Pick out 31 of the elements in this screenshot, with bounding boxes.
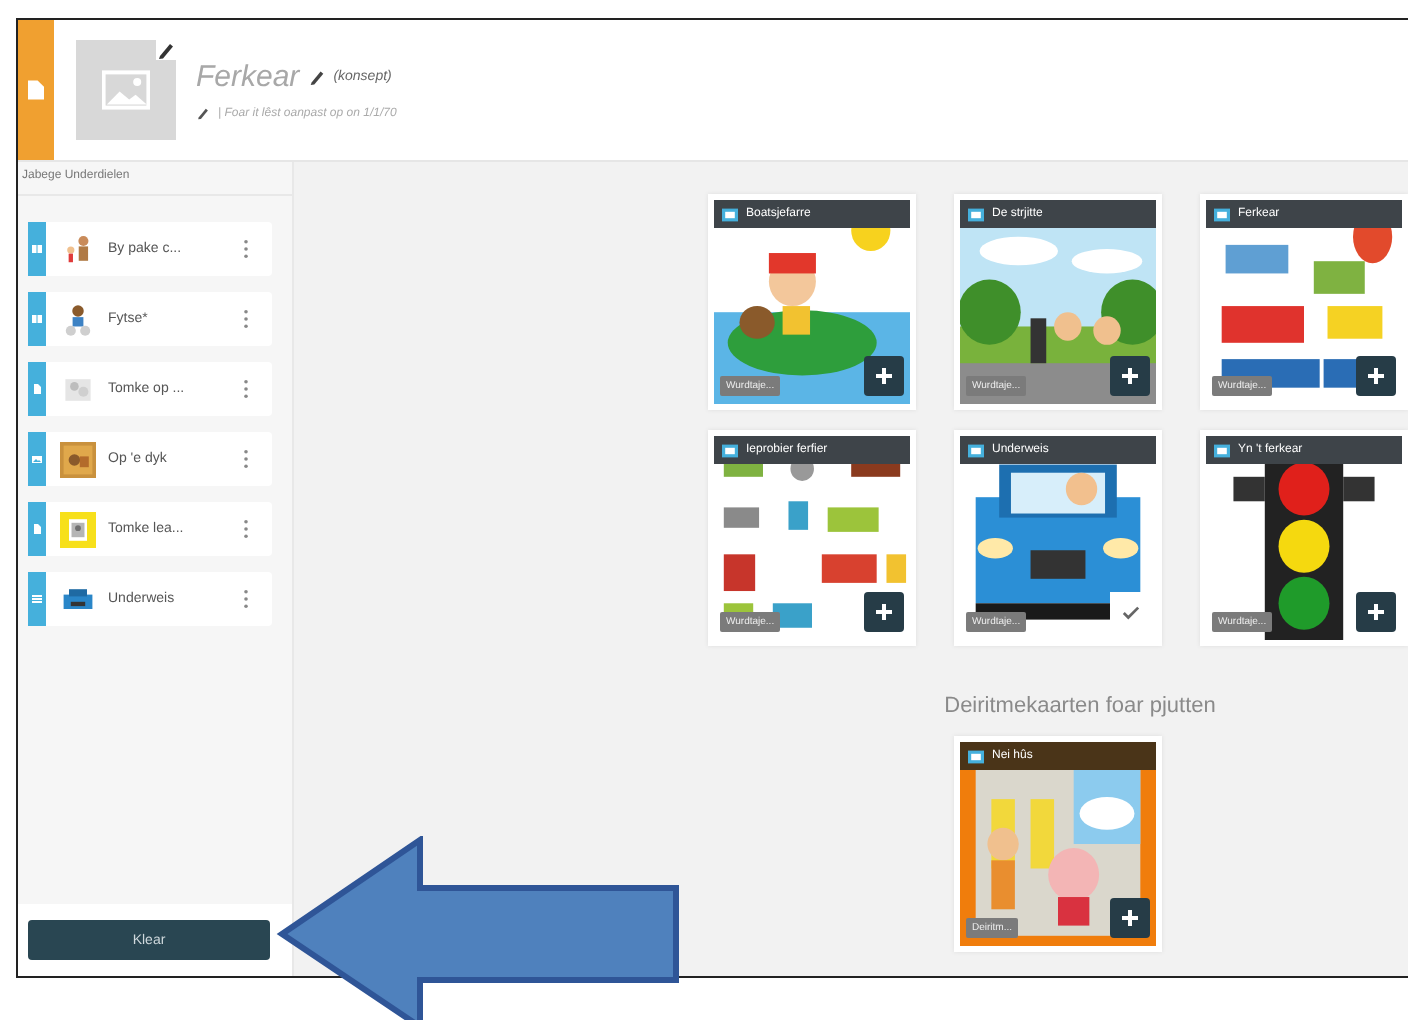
plus-icon: [874, 366, 894, 386]
image-icon: [102, 70, 150, 110]
add-button[interactable]: [864, 592, 904, 632]
plus-icon: [1120, 908, 1140, 928]
document-icon: [32, 384, 42, 394]
image-icon: [1214, 443, 1230, 457]
document-icon: [32, 524, 42, 534]
plus-icon: [1366, 602, 1386, 622]
add-button[interactable]: [1356, 356, 1396, 396]
plus-icon: [1366, 366, 1386, 386]
book-icon: [32, 314, 42, 324]
page-title: Ferkear: [196, 60, 300, 94]
plus-icon: [874, 602, 894, 622]
image-icon: [968, 749, 984, 763]
image-icon: [1214, 207, 1230, 221]
section-heading: Deiritmekaarten foar pjutten: [944, 694, 1216, 718]
add-button[interactable]: [1110, 898, 1150, 938]
image-icon: [968, 207, 984, 221]
plus-icon: [1120, 366, 1140, 386]
pencil-icon[interactable]: [307, 68, 326, 86]
image-icon: [722, 207, 738, 221]
add-button[interactable]: [864, 356, 904, 396]
image-icon: [968, 443, 984, 457]
image-icon: [722, 443, 738, 457]
book-icon: [32, 244, 42, 254]
add-button[interactable]: [1356, 592, 1396, 632]
add-button[interactable]: [1110, 356, 1150, 396]
pencil-icon[interactable]: [196, 106, 210, 120]
image-icon: [32, 454, 42, 464]
list-icon: [32, 594, 42, 604]
document-icon: [28, 80, 44, 100]
